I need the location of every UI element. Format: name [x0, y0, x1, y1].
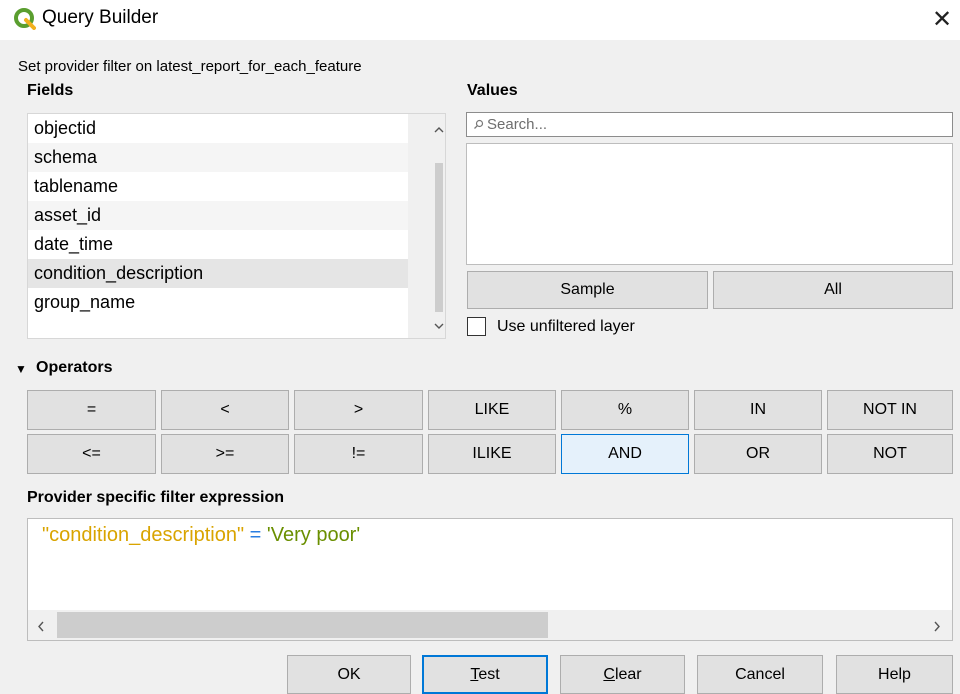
sample-button[interactable]: Sample: [467, 271, 708, 309]
all-button[interactable]: All: [713, 271, 953, 309]
ok-button[interactable]: OK: [287, 655, 411, 694]
op-less-equal-button[interactable]: <=: [27, 434, 156, 474]
op-greater-than-button[interactable]: >: [294, 390, 423, 430]
scroll-left-icon[interactable]: [37, 619, 45, 637]
clear-button[interactable]: Clear: [560, 655, 685, 694]
field-item-asset-id[interactable]: asset_id: [28, 201, 408, 230]
cancel-button[interactable]: Cancel: [697, 655, 823, 694]
window-title: Query Builder: [42, 7, 159, 28]
expression-h-scrollbar[interactable]: [28, 610, 952, 640]
expression-scroll-thumb[interactable]: [57, 612, 548, 638]
help-button[interactable]: Help: [836, 655, 953, 694]
expression-operator-token: =: [249, 524, 262, 546]
use-unfiltered-layer-label: Use unfiltered layer: [497, 318, 635, 335]
op-greater-equal-button[interactable]: >=: [161, 434, 289, 474]
scroll-up-icon[interactable]: [429, 122, 445, 137]
expression-group-title: Provider specific filter expression: [27, 489, 284, 506]
field-item-schema[interactable]: schema: [28, 143, 408, 172]
expression-text: "condition_description" = 'Very poor': [42, 524, 360, 547]
op-not-in-button[interactable]: NOT IN: [827, 390, 953, 430]
op-less-than-button[interactable]: <: [161, 390, 289, 430]
clear-mnemonic: C: [603, 666, 615, 683]
fields-scroll-thumb[interactable]: [435, 163, 443, 312]
op-in-button[interactable]: IN: [694, 390, 822, 430]
values-list[interactable]: [466, 143, 953, 265]
test-button[interactable]: Test: [422, 655, 548, 694]
op-not-button[interactable]: NOT: [827, 434, 953, 474]
operators-group-title[interactable]: Operators: [36, 359, 112, 377]
op-like-button[interactable]: LIKE: [428, 390, 556, 430]
scroll-down-icon[interactable]: [429, 318, 445, 333]
field-item-date-time[interactable]: date_time: [28, 230, 408, 259]
op-not-equal-button[interactable]: !=: [294, 434, 423, 474]
op-and-button[interactable]: AND: [561, 434, 689, 474]
field-item-objectid[interactable]: objectid: [28, 114, 408, 143]
clear-label-rest: lear: [614, 666, 642, 683]
close-icon[interactable]: ✕: [928, 6, 956, 34]
expression-field-token: "condition_description": [42, 524, 245, 546]
op-ilike-button[interactable]: ILIKE: [428, 434, 556, 474]
values-search-input[interactable]: Search...: [466, 112, 953, 137]
field-item-group-name[interactable]: group_name: [28, 288, 408, 317]
test-label-rest: est: [478, 666, 500, 683]
use-unfiltered-layer-checkbox[interactable]: [467, 317, 486, 336]
op-equals-button[interactable]: =: [27, 390, 156, 430]
dialog-subtitle: Set provider filter on latest_report_for…: [18, 58, 362, 75]
values-group-title: Values: [467, 82, 518, 99]
fields-group-title: Fields: [27, 82, 74, 99]
scroll-right-icon[interactable]: [933, 619, 941, 637]
op-or-button[interactable]: OR: [694, 434, 822, 474]
fields-scrollbar[interactable]: [408, 114, 445, 338]
search-icon: [474, 119, 484, 129]
field-item-tablename[interactable]: tablename: [28, 172, 408, 201]
fields-list[interactable]: objectid schema tablename asset_id date_…: [27, 113, 446, 339]
expression-value-token: 'Very poor': [266, 524, 361, 546]
qgis-logo-icon: [14, 8, 36, 30]
filter-expression-editor[interactable]: "condition_description" = 'Very poor': [27, 518, 953, 641]
collapse-arrow-icon[interactable]: ▼: [15, 362, 27, 376]
field-item-condition-description[interactable]: condition_description: [28, 259, 408, 288]
op-percent-button[interactable]: %: [561, 390, 689, 430]
search-placeholder: Search...: [487, 116, 548, 133]
